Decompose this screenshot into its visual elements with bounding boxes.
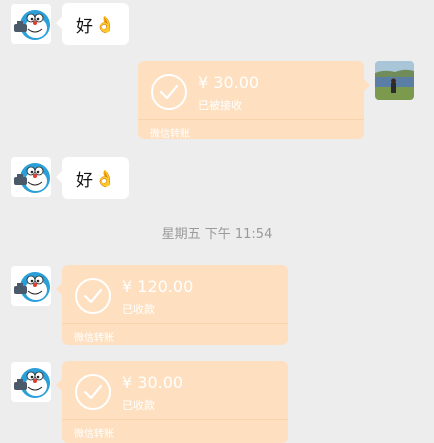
message-bubble[interactable]: 好 👌 [56, 157, 129, 199]
transfer-divider [62, 419, 288, 420]
transfer-amount: ¥ 30.00 [122, 373, 184, 392]
transfer-divider [62, 323, 288, 324]
transfer-divider [138, 119, 364, 120]
transfer-amount: ¥ 120.00 [122, 277, 194, 296]
contact-avatar[interactable] [11, 157, 51, 197]
transfer-footer: 微信转账 [150, 129, 190, 140]
message-bubble[interactable]: 好 👌 [56, 3, 129, 45]
transfer-status: 已收款 [122, 399, 155, 412]
ok-hand-emoji-icon: 👌 [95, 14, 115, 34]
transfer-footer: 微信转账 [74, 333, 114, 344]
contact-avatar[interactable] [11, 362, 51, 402]
contact-avatar[interactable] [11, 4, 51, 44]
chat-timestamp: 星期五 下午 11:54 [161, 227, 273, 242]
transfer-footer: 微信转账 [74, 429, 114, 440]
contact-avatar[interactable] [11, 266, 51, 306]
check-circle-icon [75, 374, 111, 410]
self-avatar[interactable] [375, 61, 414, 100]
message-text: 好 [76, 16, 93, 37]
check-circle-icon [151, 74, 187, 110]
transfer-card[interactable]: ¥ 30.00 已收款 微信转账 [56, 361, 288, 443]
ok-hand-emoji-icon: 👌 [95, 168, 115, 188]
transfer-card[interactable]: ¥ 30.00 已被接收 微信转账 [138, 61, 370, 140]
message-text: 好 [76, 170, 93, 191]
transfer-status: 已收款 [122, 303, 155, 316]
transfer-status: 已被接收 [198, 99, 242, 112]
transfer-amount: ¥ 30.00 [198, 73, 260, 92]
transfer-card[interactable]: ¥ 120.00 已收款 微信转账 [56, 265, 288, 345]
check-circle-icon [75, 278, 111, 314]
